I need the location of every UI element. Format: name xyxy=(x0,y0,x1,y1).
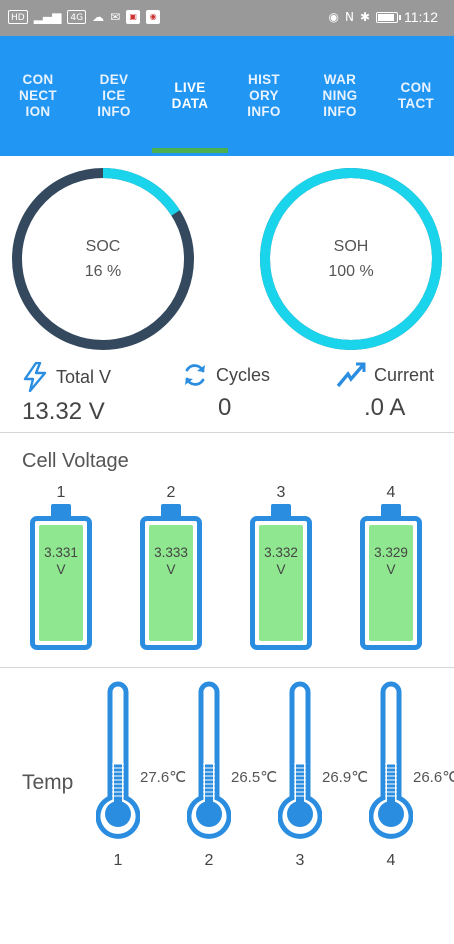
thermometer-level xyxy=(387,764,395,808)
soc-label: SOC xyxy=(85,238,121,255)
battery-fill xyxy=(259,525,303,641)
battery-body xyxy=(30,516,92,650)
cell-battery: 4 3.329 V xyxy=(360,484,422,654)
thermometer: 1 xyxy=(96,680,140,880)
thermometer: 4 xyxy=(369,680,413,880)
sensor-number: 2 xyxy=(204,852,214,869)
soc-gauge: SOC 16 % xyxy=(8,164,198,354)
tab-label: CON NECT ION xyxy=(19,72,57,119)
tab-live-data[interactable]: LIVE DATA xyxy=(152,36,228,156)
cell-number: 4 xyxy=(386,484,396,501)
tab-bar: CON NECT ION DEV ICE INFO LIVE DATA HIST… xyxy=(0,36,454,156)
temperature-value: 27.6℃ xyxy=(140,769,187,786)
battery-fill xyxy=(149,525,193,641)
battery-fill xyxy=(369,525,413,641)
battery-icon xyxy=(376,11,401,23)
cloud-icon: ☁ xyxy=(92,10,105,24)
thermometer-level xyxy=(114,764,122,808)
cell-number: 3 xyxy=(276,484,286,501)
hd-badge: HD xyxy=(8,10,28,24)
soh-gauge: SOH 100 % xyxy=(256,164,446,354)
current-value: .0 A xyxy=(364,394,406,421)
refresh-icon xyxy=(185,364,205,386)
cycles-value: 0 xyxy=(218,394,232,421)
clock: 11:12 xyxy=(404,9,438,25)
sensor-number: 3 xyxy=(295,852,305,869)
tab-history-info[interactable]: HIST ORY INFO xyxy=(226,36,302,156)
soh-value: 100 % xyxy=(328,263,374,280)
battery-body xyxy=(140,516,202,650)
bluetooth-icon: ✱ xyxy=(359,10,370,24)
battery-body xyxy=(250,516,312,650)
tab-label: CON TACT xyxy=(397,80,435,111)
cell-number: 1 xyxy=(56,484,66,501)
divider xyxy=(0,667,454,668)
soc-value: 16 % xyxy=(84,263,122,280)
cell-voltage-value: 3.329 V xyxy=(374,545,408,577)
cycles-stat: Cycles 0 xyxy=(182,362,270,426)
tab-label: HIST ORY INFO xyxy=(247,72,281,119)
cell-voltage-value: 3.331 V xyxy=(44,545,78,577)
zigzag-icon xyxy=(336,362,366,388)
divider xyxy=(0,432,454,433)
eye-icon: ◉ xyxy=(328,10,339,24)
nfc-icon: N xyxy=(344,10,354,24)
tab-connection[interactable]: CON NECT ION xyxy=(0,36,76,156)
soh-ring xyxy=(260,168,442,350)
status-bar-right: ◉ N ✱ 11:12 xyxy=(328,9,438,25)
temp-title: Temp xyxy=(22,771,74,794)
thermometer-level xyxy=(296,764,304,808)
thermometer-icon xyxy=(96,681,140,839)
cycles-label: Cycles xyxy=(216,364,271,385)
cell-voltage-value: 3.333 V xyxy=(154,545,188,577)
network-badge: 4G xyxy=(67,10,87,24)
thermometer-icon xyxy=(278,681,322,839)
status-bar-left: HD ▂▄▆ 4G ☁ ✉ ▣ ◉ xyxy=(8,10,161,24)
lightning-icon xyxy=(23,362,47,392)
thermometer-level xyxy=(205,764,213,808)
thermometer-icon xyxy=(369,681,413,839)
total-voltage-label: Total V xyxy=(56,366,112,387)
tab-warning-info[interactable]: WAR NING INFO xyxy=(302,36,378,156)
soh-label: SOH xyxy=(333,238,369,255)
chat-icon: ✉ xyxy=(110,10,121,24)
tab-label: WAR NING INFO xyxy=(322,72,358,119)
tab-label: DEV ICE INFO xyxy=(97,72,131,119)
cell-number: 2 xyxy=(166,484,176,501)
soc-ring xyxy=(12,168,194,350)
current-label: Current xyxy=(374,364,435,385)
app-notification-icon: ▣ xyxy=(126,10,141,24)
temperature-value: 26.6℃ xyxy=(413,769,454,786)
temperature-value: 26.9℃ xyxy=(322,769,369,786)
sensor-number: 1 xyxy=(113,852,123,869)
cell-battery: 1 3.331 V xyxy=(30,484,92,654)
battery-fill xyxy=(39,525,83,641)
total-voltage-stat: Total V 13.32 V xyxy=(22,362,111,426)
cell-battery: 2 3.333 V xyxy=(140,484,202,654)
tab-label: LIVE DATA xyxy=(171,80,209,111)
temperature-value: 26.5℃ xyxy=(231,769,278,786)
current-stat: Current .0 A xyxy=(336,362,434,426)
map-notification-icon: ◉ xyxy=(146,10,161,24)
status-bar: HD ▂▄▆ 4G ☁ ✉ ▣ ◉ ◉ N ✱ 11:12 xyxy=(0,0,454,36)
thermometer: 3 xyxy=(278,680,322,880)
thermometer-icon xyxy=(187,681,231,839)
signal-icon: ▂▄▆ xyxy=(33,10,62,24)
sensor-number: 4 xyxy=(386,852,396,869)
tab-contact[interactable]: CON TACT xyxy=(378,36,454,156)
total-voltage-value: 13.32 V xyxy=(22,398,105,425)
tab-device-info[interactable]: DEV ICE INFO xyxy=(76,36,152,156)
cell-battery: 3 3.332 V xyxy=(250,484,312,654)
cell-voltage-title: Cell Voltage xyxy=(22,450,129,472)
thermometer: 2 xyxy=(187,680,231,880)
cell-voltage-value: 3.332 V xyxy=(264,545,298,577)
battery-body xyxy=(360,516,422,650)
tab-indicator xyxy=(152,148,228,153)
